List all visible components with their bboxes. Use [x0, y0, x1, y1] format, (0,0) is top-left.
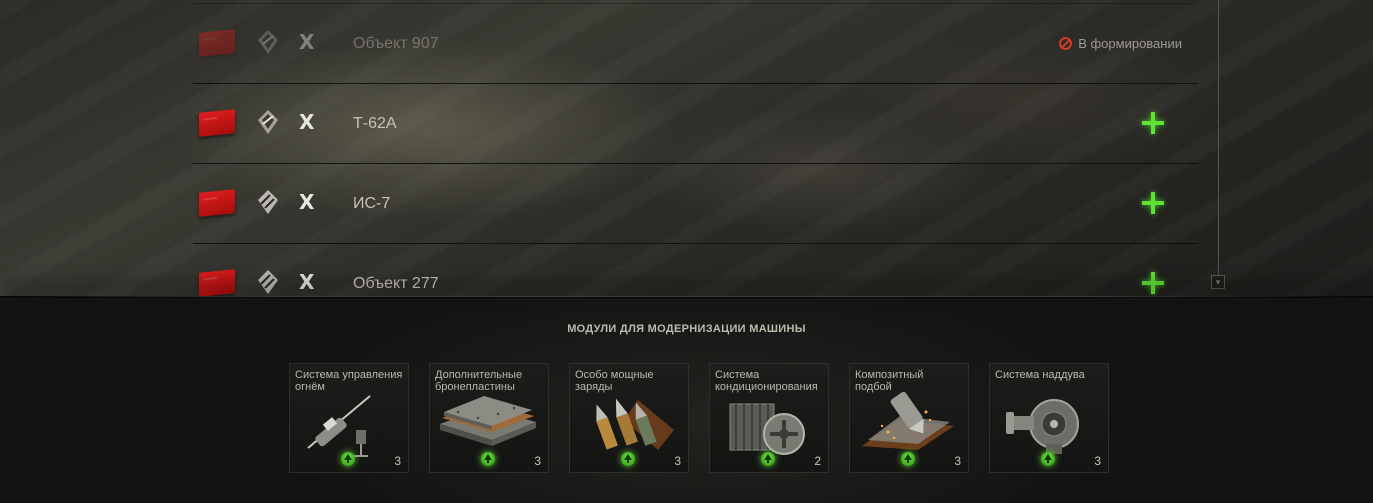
turbocharger-icon [1006, 399, 1079, 454]
spall-liner-icon [862, 391, 954, 450]
tier-label: X [299, 110, 315, 134]
module-count: 3 [1094, 454, 1101, 468]
ussr-flag-icon [199, 269, 235, 297]
upgrade-arrow-icon [621, 452, 635, 466]
module-count: 3 [954, 454, 961, 468]
module-label: Система наддува [995, 369, 1085, 381]
scroll-down-button[interactable]: ▾ [1211, 275, 1225, 289]
vehicle-name: Объект 277 [353, 275, 439, 292]
scrollbar-track[interactable] [1218, 0, 1219, 278]
ussr-flag-icon [199, 109, 235, 137]
upgrade-arrow-icon [901, 452, 915, 466]
heavy-tank-class-icon [258, 30, 278, 54]
upgrade-arrow-icon [761, 452, 775, 466]
armor-plates-icon [440, 396, 536, 446]
heavy-tank-class-icon [258, 270, 278, 294]
vehicle-list: X Объект 907 В формировании X Т-62А X ИС… [193, 0, 1198, 297]
upgrade-arrow-icon [1041, 452, 1055, 466]
forbidden-icon [1059, 37, 1073, 50]
vehicle-row[interactable]: X Объект 907 [193, 3, 1198, 84]
status-label: В формировании [1078, 36, 1182, 51]
module-count: 3 [394, 454, 401, 468]
ammunition-charges-icon [596, 398, 674, 450]
ussr-flag-icon [199, 29, 235, 57]
panel-divider [0, 296, 1373, 300]
tier-label: X [299, 270, 315, 294]
upgrade-arrow-icon [341, 452, 355, 466]
ussr-flag-icon [199, 189, 235, 217]
air-conditioning-icon [729, 403, 805, 455]
heavy-tank-class-icon [258, 110, 278, 134]
module-card-air-conditioning[interactable]: Система кондиционирования 2 [709, 363, 829, 473]
vehicle-row[interactable]: X ИС-7 [193, 163, 1198, 244]
vehicle-name: ИС-7 [353, 195, 391, 212]
module-count: 2 [814, 454, 821, 468]
module-card-charges[interactable]: Особо мощные заряды 3 [569, 363, 689, 473]
tier-label: X [299, 30, 315, 54]
module-card-fire-control[interactable]: Система управления огнём 3 [289, 363, 409, 473]
module-card-spall-liner[interactable]: Композитный подбой 3 [849, 363, 969, 473]
module-count: 3 [674, 454, 681, 468]
vehicle-status: В формировании [1059, 36, 1182, 51]
fire-control-system-icon [307, 395, 371, 457]
heavy-tank-class-icon [258, 190, 278, 214]
add-vehicle-button[interactable] [1142, 192, 1164, 214]
upgrade-arrow-icon [481, 452, 495, 466]
vehicle-name: Объект 907 [353, 35, 439, 52]
module-card-turbocharger[interactable]: Система наддува 3 [989, 363, 1109, 473]
add-vehicle-button[interactable] [1142, 272, 1164, 294]
vehicle-row[interactable]: X Т-62А [193, 83, 1198, 164]
add-vehicle-button[interactable] [1142, 112, 1164, 134]
tier-label: X [299, 190, 315, 214]
modules-title: МОДУЛИ ДЛЯ МОДЕРНИЗАЦИИ МАШИНЫ [567, 323, 806, 335]
vehicle-name: Т-62А [353, 115, 397, 132]
module-card-armor-plates[interactable]: Дополнительные бронепластины 3 [429, 363, 549, 473]
module-count: 3 [534, 454, 541, 468]
